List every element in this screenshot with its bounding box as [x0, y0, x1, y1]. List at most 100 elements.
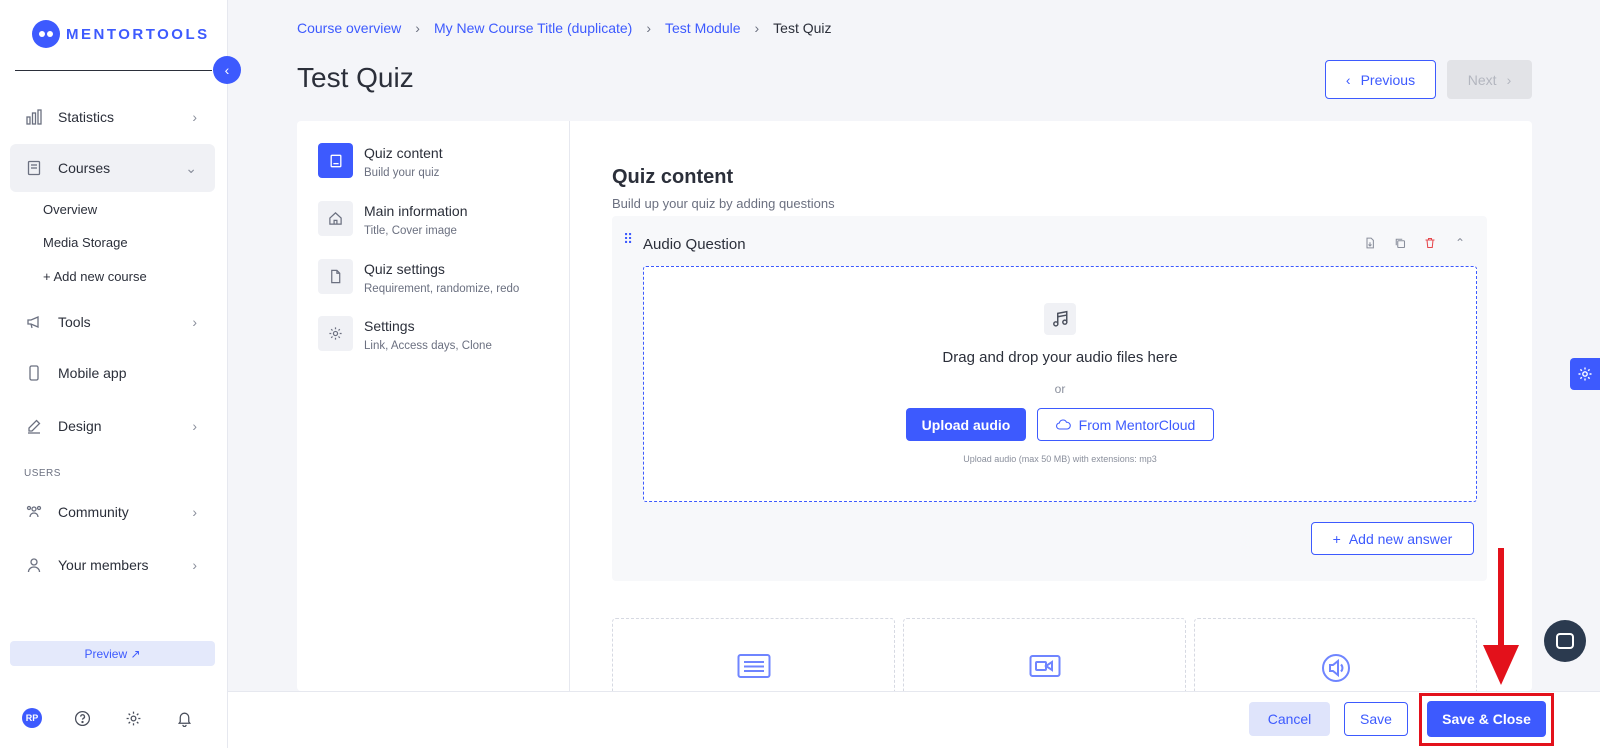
annotation-arrow-head [1483, 645, 1519, 685]
add-new-answer-label: Add new answer [1348, 530, 1453, 547]
step-quiz-settings[interactable]: Quiz settings Requirement, randomize, re… [318, 259, 519, 295]
collapse-sidebar-button[interactable]: ‹ [213, 56, 241, 84]
gear-icon [318, 316, 353, 351]
sidebar-item-your-members[interactable]: Your members › [10, 541, 215, 589]
sidebar-subitem-media-storage[interactable]: Media Storage [43, 235, 128, 250]
upload-audio-button[interactable]: Upload audio [906, 408, 1026, 441]
quiz-content-panel: Quiz content Build up your quiz by addin… [570, 121, 1532, 691]
step-main-information[interactable]: Main information Title, Cover image [318, 201, 468, 237]
dropzone-title: Drag and drop your audio files here [942, 349, 1178, 366]
question-type-audio[interactable] [1194, 618, 1477, 691]
question-type-video[interactable] [903, 618, 1186, 691]
save-button[interactable]: Save [1344, 702, 1408, 736]
step-subtitle: Build your quiz [364, 167, 440, 179]
sidebar-item-label: Courses [58, 160, 111, 176]
sidebar-item-label: Mobile app [58, 365, 127, 381]
help-icon[interactable] [71, 707, 93, 729]
plus-icon: + [1332, 530, 1341, 547]
next-button[interactable]: Next › [1447, 60, 1532, 99]
chevron-right-icon: › [192, 504, 197, 520]
brand-name: MENTORTOOLS [66, 25, 210, 43]
save-and-close-button[interactable]: Save & Close [1427, 701, 1546, 737]
user-icon [24, 555, 44, 575]
chevron-left-icon: ‹ [1345, 71, 1351, 88]
add-new-answer-button[interactable]: + Add new answer [1311, 522, 1474, 555]
preview-button[interactable]: Preview ↗ [10, 641, 215, 666]
previous-label: Previous [1360, 71, 1416, 88]
question-title: Audio Question [643, 236, 746, 253]
breadcrumb-course-overview[interactable]: Course overview [297, 20, 401, 36]
step-title: Main information [364, 203, 468, 219]
breadcrumb-course-title[interactable]: My New Course Title (duplicate) [434, 20, 632, 36]
section-label-users: USERS [24, 468, 61, 479]
breadcrumb-separator: › [415, 20, 420, 36]
breadcrumb-current: Test Quiz [773, 20, 832, 36]
step-subtitle: Title, Cover image [364, 225, 457, 237]
bell-icon[interactable] [173, 707, 195, 729]
sidebar-item-design[interactable]: Design › [10, 402, 215, 450]
previous-button[interactable]: ‹ Previous [1325, 60, 1436, 99]
audio-dropzone[interactable]: Drag and drop your audio files here or U… [643, 266, 1477, 502]
chevron-right-icon: › [192, 557, 197, 573]
breadcrumb-module[interactable]: Test Module [665, 20, 740, 36]
sidebar-item-label: Your members [58, 557, 149, 573]
sidebar-item-courses[interactable]: Courses ⌄ [10, 144, 215, 192]
breadcrumb: Course overview › My New Course Title (d… [297, 20, 832, 36]
breadcrumb-separator: › [646, 20, 652, 36]
sidebar-item-label: Design [58, 418, 102, 434]
sidebar-subitem-add-course[interactable]: + Add new course [43, 269, 147, 284]
sidebar-item-statistics[interactable]: Statistics › [10, 93, 215, 141]
chat-launcher-icon[interactable] [1544, 620, 1586, 662]
sidebar-subitem-overview[interactable]: Overview [43, 202, 97, 217]
step-navigation: Quiz content Build your quiz Main inform… [297, 121, 570, 691]
bar-chart-icon [24, 107, 44, 127]
file-icon [318, 259, 353, 294]
brand-logo[interactable]: MENTORTOOLS [32, 20, 210, 48]
sidebar-item-community[interactable]: Community › [10, 488, 215, 536]
section-title: Quiz content [612, 166, 734, 188]
cloud-icon [1055, 417, 1071, 433]
chevron-right-icon: › [192, 418, 197, 434]
step-title: Quiz settings [364, 261, 445, 277]
section-subtitle: Build up your quiz by adding questions [612, 196, 835, 211]
from-mentorcloud-label: From MentorCloud [1078, 416, 1196, 433]
trash-icon[interactable] [1423, 236, 1437, 250]
step-subtitle: Requirement, randomize, redo [364, 283, 520, 295]
step-title: Settings [364, 318, 415, 334]
audio-question-block: ⠿ Audio Question ⌃ Drag and drop your au [612, 216, 1487, 581]
sidebar-item-label: Community [58, 504, 129, 520]
chevron-right-icon: › [1506, 71, 1512, 88]
avatar[interactable]: RP [22, 708, 42, 728]
sidebar-item-label: Statistics [58, 109, 115, 125]
quiz-editor-card: Quiz content Build your quiz Main inform… [297, 121, 1532, 691]
drag-handle-icon[interactable]: ⠿ [623, 231, 633, 248]
step-quiz-content[interactable]: Quiz content Build your quiz [318, 143, 443, 179]
sidebar-item-mobile-app[interactable]: Mobile app [10, 349, 215, 397]
sidebar-item-tools[interactable]: Tools › [10, 298, 215, 346]
megaphone-icon [24, 312, 44, 332]
step-settings[interactable]: Settings Link, Access days, Clone [318, 316, 492, 352]
logo-icon [32, 20, 60, 48]
question-type-text[interactable] [612, 618, 895, 691]
chevron-up-icon[interactable]: ⌃ [1453, 236, 1467, 250]
annotation-arrow [1498, 548, 1504, 648]
sidebar-item-label: Tools [58, 314, 91, 330]
sidebar-bottom-toolbar: RP [22, 707, 195, 729]
cancel-button[interactable]: Cancel [1249, 702, 1330, 736]
home-icon [318, 201, 353, 236]
copy-icon[interactable] [1393, 236, 1407, 250]
chevron-right-icon: › [192, 314, 197, 330]
community-icon [24, 502, 44, 522]
from-mentorcloud-button[interactable]: From MentorCloud [1037, 408, 1214, 441]
next-label: Next [1467, 71, 1497, 88]
step-title: Quiz content [364, 145, 443, 161]
side-settings-gear-icon[interactable] [1570, 358, 1600, 390]
export-icon[interactable] [1363, 236, 1377, 250]
book-icon [24, 158, 44, 178]
chevron-right-icon: › [192, 109, 197, 125]
dropzone-or: or [1054, 382, 1066, 396]
sidebar: MENTORTOOLS Statistics › Courses ⌄ Overv… [0, 0, 228, 748]
text-lines-icon [737, 653, 771, 684]
gear-icon[interactable] [122, 707, 144, 729]
music-note-icon [1044, 303, 1076, 335]
